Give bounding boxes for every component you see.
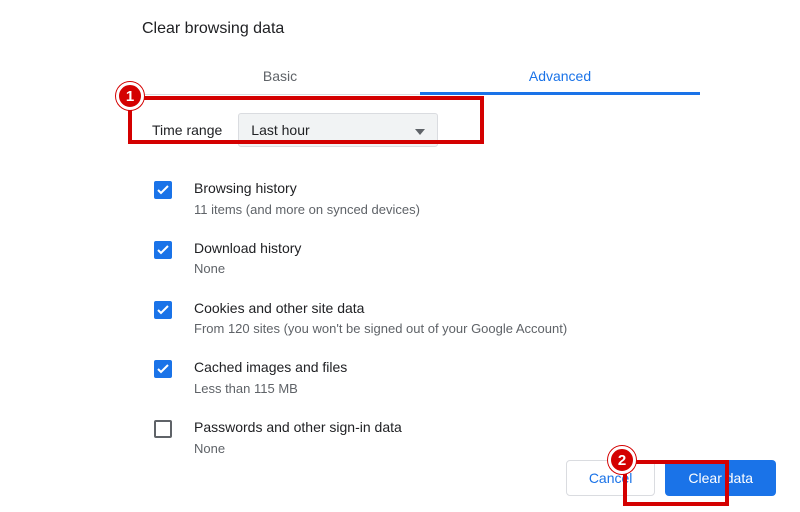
scroll-area[interactable]: Time range Last hour Browsing history 11… (140, 95, 700, 455)
item-sub: None (194, 440, 402, 455)
checkbox-cookies[interactable] (154, 301, 172, 319)
item-text: Passwords and other sign-in data None (194, 418, 402, 455)
time-range-value: Last hour (251, 122, 309, 138)
dialog-title: Clear browsing data (140, 20, 700, 38)
clear-data-button[interactable]: Clear data (665, 460, 776, 496)
item-sub: 11 items (and more on synced devices) (194, 201, 420, 219)
checkbox-browsing-history[interactable] (154, 181, 172, 199)
item-passwords: Passwords and other sign-in data None (140, 408, 694, 455)
time-range-row: Time range Last hour (140, 95, 694, 165)
item-sub: Less than 115 MB (194, 380, 347, 398)
annotation-badge-1: 1 (116, 82, 144, 110)
checkbox-list: Browsing history 11 items (and more on s… (140, 165, 694, 455)
item-sub: From 120 sites (you won't be signed out … (194, 320, 567, 338)
time-range-label: Time range (152, 122, 222, 138)
checkbox-cache[interactable] (154, 360, 172, 378)
item-label: Passwords and other sign-in data (194, 418, 402, 438)
chevron-down-icon (415, 122, 425, 138)
dialog-content: Time range Last hour Browsing history 11… (140, 95, 700, 455)
item-text: Cached images and files Less than 115 MB (194, 358, 347, 398)
item-browsing-history: Browsing history 11 items (and more on s… (140, 169, 694, 229)
tab-basic[interactable]: Basic (140, 58, 420, 94)
time-range-dropdown[interactable]: Last hour (238, 113, 438, 147)
tab-advanced[interactable]: Advanced (420, 58, 700, 94)
dialog-footer: Cancel Clear data (566, 460, 776, 496)
item-label: Browsing history (194, 179, 420, 199)
checkbox-passwords[interactable] (154, 420, 172, 438)
item-text: Download history None (194, 239, 301, 279)
checkbox-download-history[interactable] (154, 241, 172, 259)
item-cookies: Cookies and other site data From 120 sit… (140, 289, 694, 349)
item-label: Cached images and files (194, 358, 347, 378)
item-cache: Cached images and files Less than 115 MB (140, 348, 694, 408)
item-label: Cookies and other site data (194, 299, 567, 319)
item-download-history: Download history None (140, 229, 694, 289)
item-text: Cookies and other site data From 120 sit… (194, 299, 567, 339)
tab-bar: Basic Advanced (140, 58, 700, 95)
item-text: Browsing history 11 items (and more on s… (194, 179, 420, 219)
item-label: Download history (194, 239, 301, 259)
item-sub: None (194, 260, 301, 278)
annotation-badge-2: 2 (608, 446, 636, 474)
clear-browsing-data-dialog: Clear browsing data Basic Advanced Time … (140, 20, 700, 455)
